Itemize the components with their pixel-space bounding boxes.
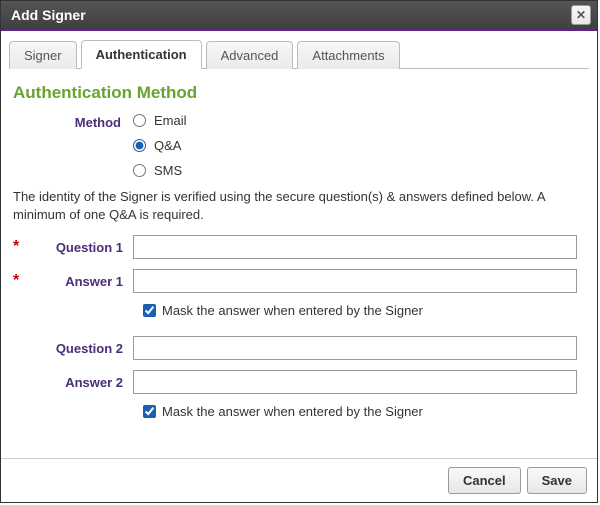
tabs-container: Signer Authentication Advanced Attachmen… (1, 31, 597, 69)
answer2-label: Answer 2 (31, 375, 133, 390)
radio-sms[interactable]: SMS (133, 163, 187, 178)
cancel-button[interactable]: Cancel (448, 467, 521, 494)
mask1-checkbox[interactable] (143, 304, 156, 317)
question1-row: * Question 1 (13, 235, 585, 259)
radio-qa-input[interactable] (133, 139, 146, 152)
answer1-label: Answer 1 (31, 274, 133, 289)
question1-label: Question 1 (31, 240, 133, 255)
question2-label: Question 2 (31, 341, 133, 356)
question2-row: Question 2 (13, 336, 585, 360)
add-signer-dialog: Add Signer ✕ Signer Authentication Advan… (0, 0, 598, 503)
radio-qa[interactable]: Q&A (133, 138, 187, 153)
mask2-checkbox[interactable] (143, 405, 156, 418)
dialog-title: Add Signer (11, 7, 86, 23)
close-button[interactable]: ✕ (571, 5, 591, 25)
required-icon: * (13, 238, 31, 256)
answer1-row: * Answer 1 (13, 269, 585, 293)
close-icon: ✕ (576, 8, 586, 22)
radio-email-input[interactable] (133, 114, 146, 127)
method-radios: Email Q&A SMS (133, 113, 187, 178)
tabs: Signer Authentication Advanced Attachmen… (9, 39, 589, 69)
radio-sms-input[interactable] (133, 164, 146, 177)
required-icon: * (13, 272, 31, 290)
content: Authentication Method Method Email Q&A S… (1, 69, 597, 419)
tab-attachments[interactable]: Attachments (297, 41, 399, 69)
answer1-input[interactable] (133, 269, 577, 293)
description: The identity of the Signer is verified u… (13, 188, 585, 223)
footer: Cancel Save (1, 458, 597, 502)
tab-signer[interactable]: Signer (9, 41, 77, 69)
method-label: Method (13, 113, 133, 130)
section-title: Authentication Method (13, 83, 585, 103)
mask2-label: Mask the answer when entered by the Sign… (162, 404, 423, 419)
method-row: Method Email Q&A SMS (13, 113, 585, 178)
save-button[interactable]: Save (527, 467, 587, 494)
radio-email-label: Email (154, 113, 187, 128)
mask1-row: Mask the answer when entered by the Sign… (143, 303, 585, 318)
answer2-input[interactable] (133, 370, 577, 394)
radio-qa-label: Q&A (154, 138, 181, 153)
titlebar: Add Signer ✕ (1, 1, 597, 31)
mask2-row: Mask the answer when entered by the Sign… (143, 404, 585, 419)
answer2-row: Answer 2 (13, 370, 585, 394)
tab-authentication[interactable]: Authentication (81, 40, 202, 69)
mask1-label: Mask the answer when entered by the Sign… (162, 303, 423, 318)
radio-email[interactable]: Email (133, 113, 187, 128)
question2-input[interactable] (133, 336, 577, 360)
tab-advanced[interactable]: Advanced (206, 41, 294, 69)
question1-input[interactable] (133, 235, 577, 259)
radio-sms-label: SMS (154, 163, 182, 178)
